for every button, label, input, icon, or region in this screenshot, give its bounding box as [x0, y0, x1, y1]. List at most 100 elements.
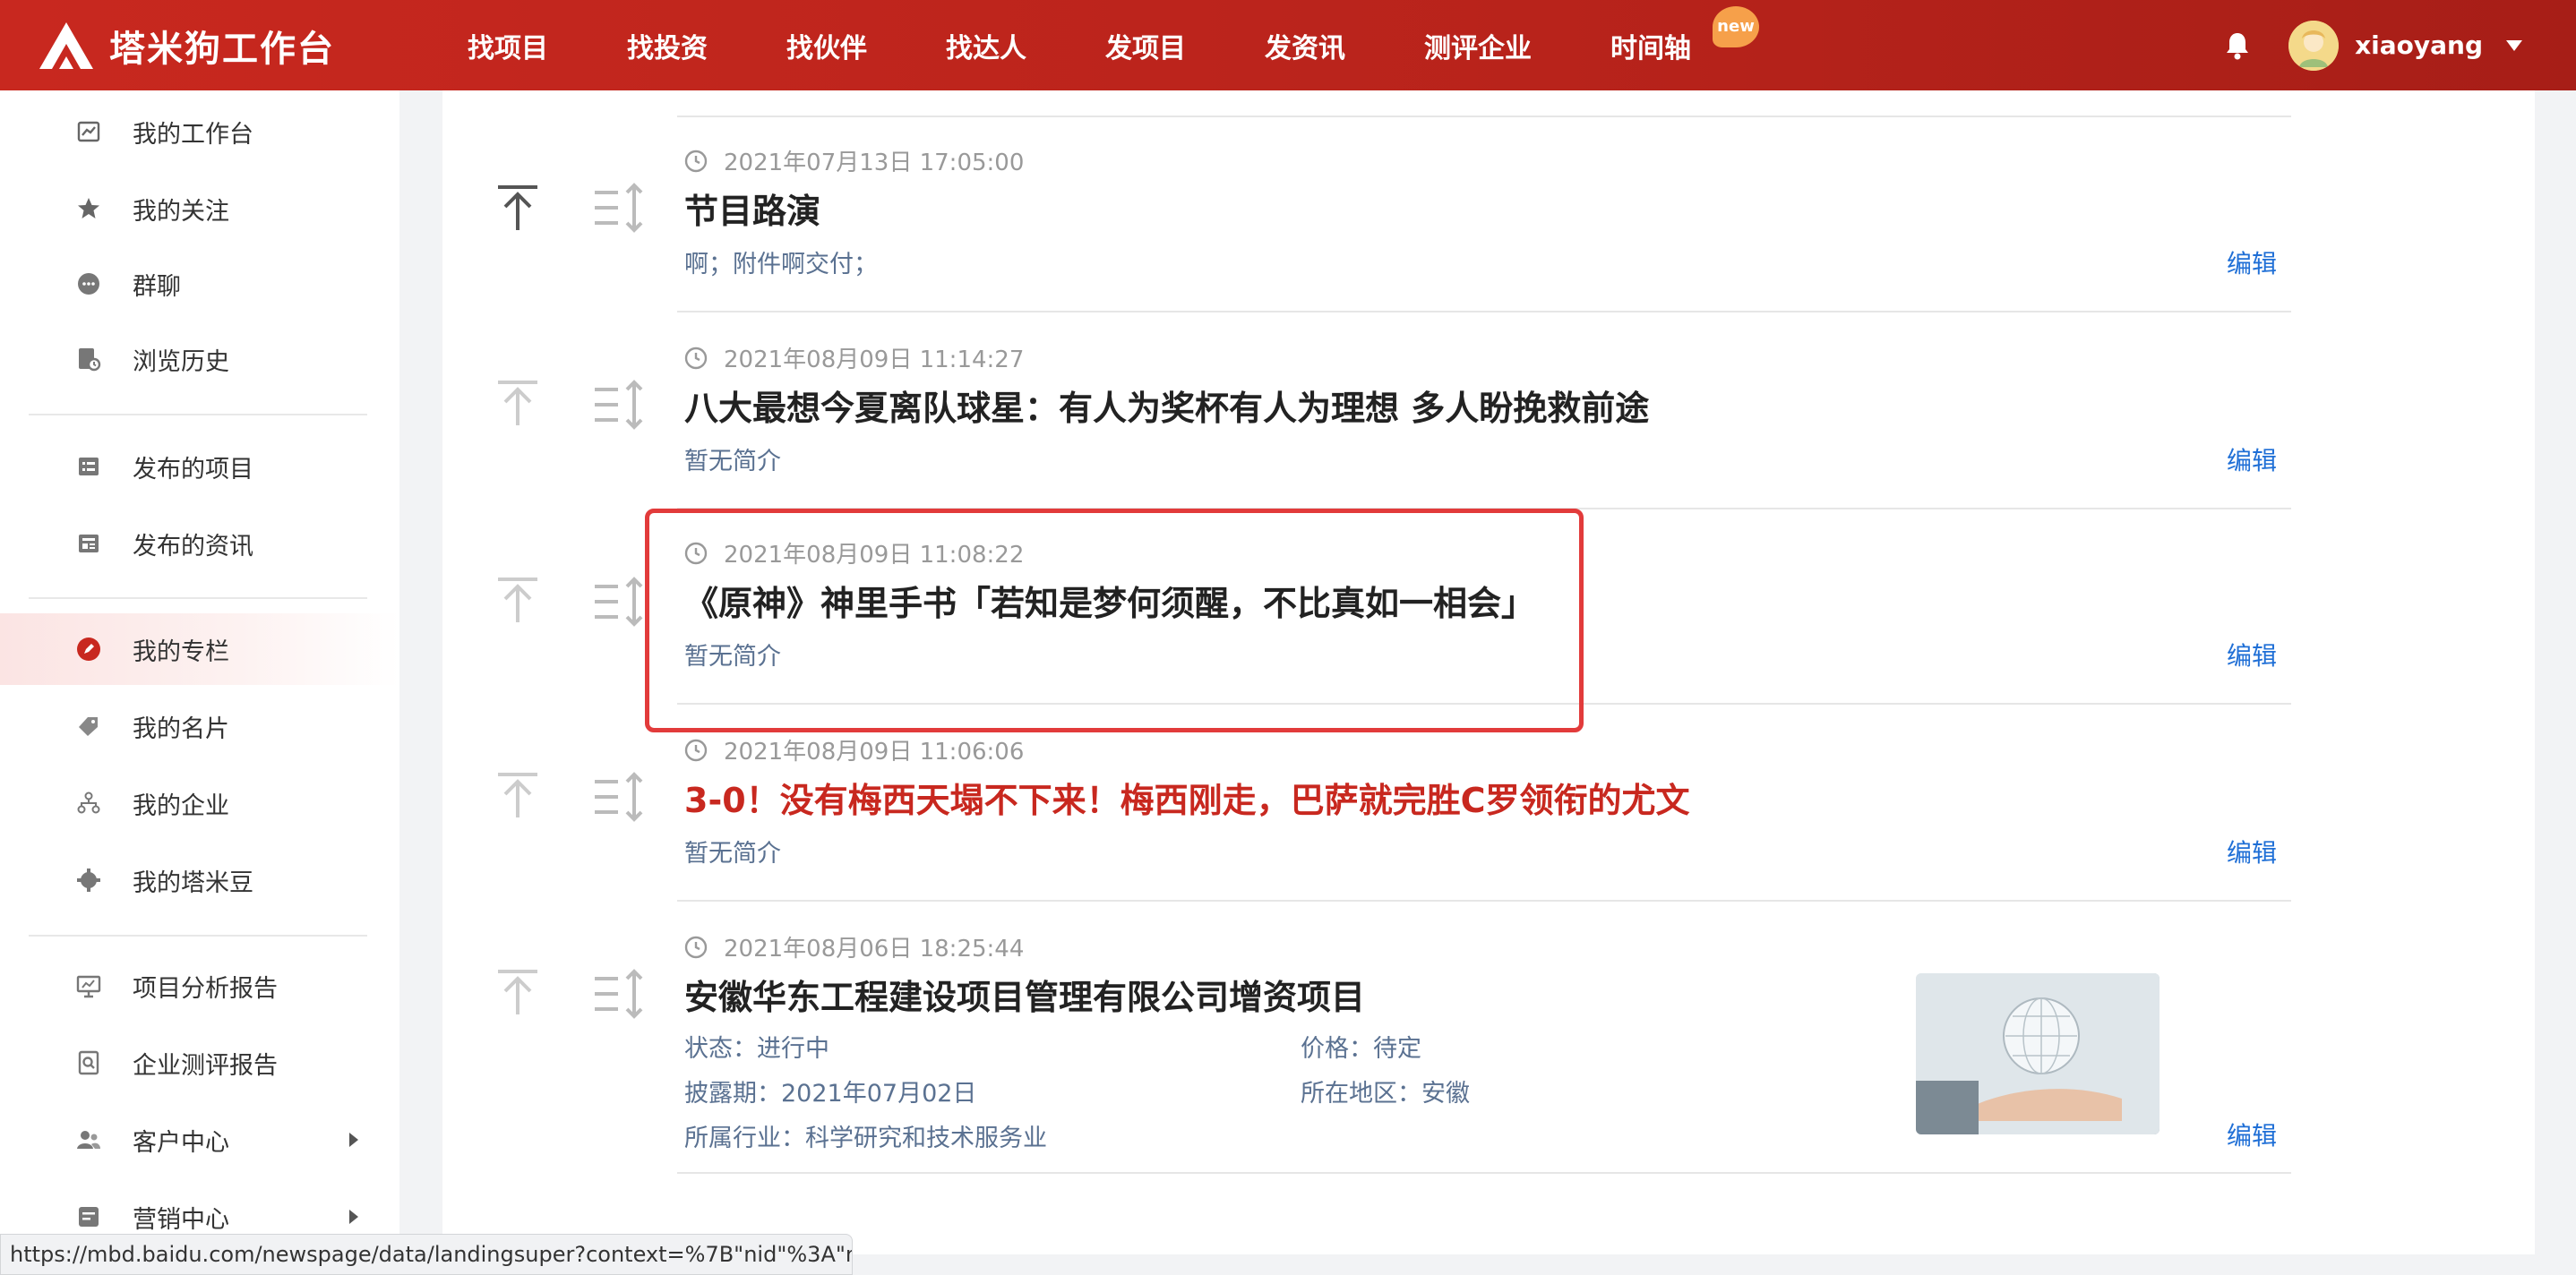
publish-time: 2021年08月09日 11:06:06	[684, 733, 1024, 766]
nav-find-projects[interactable]: 找项目	[468, 26, 548, 65]
sidebar-item-tami-beans[interactable]: 我的塔米豆	[0, 844, 399, 916]
drag-sort-icon[interactable]	[595, 968, 650, 1020]
sidebar-item-label: 客户中心	[133, 1128, 229, 1157]
clock-icon	[684, 150, 708, 172]
sidebar-item-my-column[interactable]: 我的专栏	[0, 613, 399, 685]
sidebar-item-published-projects[interactable]: 发布的项目	[0, 431, 399, 502]
sidebar-item-business-card[interactable]: 我的名片	[0, 690, 399, 762]
sidebar-item-label: 发布的项目	[133, 455, 253, 483]
nav-post-project[interactable]: 发项目	[1105, 26, 1186, 65]
article-title[interactable]: 八大最想今夏离队球星：有人为奖杯有人为理想 多人盼挽救前途	[684, 381, 1649, 430]
sidebar-item-label: 发布的资讯	[133, 532, 253, 560]
sidebar-item-label: 群聊	[133, 272, 181, 301]
username[interactable]: xiaoyang	[2355, 30, 2483, 60]
nav-post-news[interactable]: 发资讯	[1265, 26, 1345, 65]
edit-button[interactable]: 编辑	[2227, 1117, 2277, 1152]
publish-time: 2021年08月09日 11:14:27	[684, 341, 1024, 374]
sidebar-item-label: 我的企业	[133, 792, 229, 820]
pin-top-icon[interactable]	[498, 185, 537, 232]
browser-status-bar: https://mbd.baidu.com/newspage/data/land…	[0, 1234, 853, 1275]
clock-icon	[684, 936, 708, 958]
article-title[interactable]: 安徽华东工程建设项目管理有限公司增资项目	[684, 970, 1365, 1019]
edit-button[interactable]: 编辑	[2227, 244, 2277, 280]
edit-button[interactable]: 编辑	[2227, 834, 2277, 869]
nav-timeline-label: 时间轴	[1610, 32, 1691, 64]
pin-top-icon[interactable]	[498, 773, 537, 819]
marketing-icon	[79, 1207, 99, 1227]
pin-top-icon[interactable]	[498, 578, 537, 624]
avatar-image	[2288, 20, 2340, 71]
sidebar-divider	[29, 414, 367, 415]
news-icon	[79, 535, 99, 552]
sidebar-item-my-company[interactable]: 我的企业	[0, 767, 399, 839]
drag-sort-icon[interactable]	[595, 576, 650, 628]
sidebar-divider	[29, 597, 367, 599]
app-title: 塔米狗工作台	[109, 28, 335, 70]
pin-top-icon[interactable]	[498, 970, 537, 1016]
article-summary: 啊；附件啊交付；	[684, 251, 878, 278]
history-icon	[79, 348, 101, 372]
nav-find-investment[interactable]: 找投资	[627, 26, 708, 65]
project-region: 所在地区：安徽	[1301, 1080, 1470, 1108]
nav-find-experts[interactable]: 找达人	[946, 26, 1026, 65]
highlight-annotation	[645, 509, 1584, 732]
article-summary: 暂无简介	[684, 840, 781, 868]
sidebar-item-customer-center[interactable]: 客户中心	[0, 1104, 399, 1176]
publish-time: 2021年08月06日 18:25:44	[684, 930, 1024, 963]
sidebar-item-published-news[interactable]: 发布的资讯	[0, 508, 399, 579]
nav-find-partners[interactable]: 找伙伴	[786, 26, 867, 65]
bell-icon[interactable]	[2222, 30, 2253, 61]
sidebar-item-project-report[interactable]: 项目分析报告	[0, 950, 399, 1022]
drag-sort-icon[interactable]	[595, 182, 650, 234]
pin-top-icon[interactable]	[498, 381, 537, 427]
publish-time-text: 2021年08月09日 11:06:06	[724, 739, 1025, 766]
sidebar-item-group-chat[interactable]: 群聊	[0, 248, 399, 320]
main-nav: 找项目 找投资 找伙伴 找达人 发项目 发资讯 测评企业 时间轴 new	[468, 5, 1759, 65]
org-icon	[77, 792, 100, 814]
nav-evaluate-company[interactable]: 测评企业	[1424, 26, 1532, 65]
chat-icon	[78, 273, 99, 295]
edit-button[interactable]: 编辑	[2227, 637, 2277, 672]
user-menu-caret-icon[interactable]	[2506, 39, 2522, 51]
sidebar-item-label: 企业测评报告	[133, 1051, 278, 1080]
project-price: 价格：待定	[1301, 1035, 1421, 1063]
sidebar-item-label: 浏览历史	[133, 347, 229, 376]
edit-button[interactable]: 编辑	[2227, 441, 2277, 477]
publish-time: 2021年07月13日 17:05:00	[684, 144, 1024, 177]
publish-time-text: 2021年08月06日 18:25:44	[724, 936, 1025, 963]
project-industry: 所属行业：科学研究和技术服务业	[684, 1125, 1047, 1152]
expand-arrow-icon[interactable]	[349, 1133, 358, 1147]
globe-hand-image	[1916, 973, 2160, 1134]
article-title[interactable]: 节目路演	[684, 184, 820, 233]
sidebar-divider	[29, 935, 367, 937]
drag-sort-icon[interactable]	[595, 771, 650, 823]
sidebar-item-label: 我的关注	[133, 197, 229, 226]
publish-time-text: 2021年08月09日 11:14:27	[724, 347, 1025, 373]
sidebar-item-company-report[interactable]: 企业测评报告	[0, 1027, 399, 1099]
avatar[interactable]	[2288, 20, 2340, 71]
users-icon	[77, 1131, 100, 1149]
expand-arrow-icon[interactable]	[349, 1210, 358, 1224]
nav-timeline[interactable]: 时间轴 new	[1610, 5, 1759, 65]
list-icon	[79, 458, 99, 475]
sidebar-item-label: 我的名片	[133, 715, 229, 743]
gear-icon	[77, 869, 100, 892]
app-logo[interactable]: 塔米狗工作台	[36, 19, 412, 73]
sidebar: 我的工作台 我的关注 群聊 浏览历史 发布的项目 发布的资讯 我的专栏 我的名片…	[0, 90, 399, 1275]
tag-icon	[79, 717, 98, 736]
sidebar-item-follows[interactable]: 我的关注	[0, 173, 399, 244]
user-area: xiaoyang	[2222, 0, 2522, 90]
project-thumbnail[interactable]	[1916, 973, 2160, 1134]
sidebar-item-label: 我的塔米豆	[133, 869, 253, 897]
chart-icon	[77, 121, 100, 142]
drag-sort-icon[interactable]	[595, 379, 650, 431]
search-doc-icon	[78, 1050, 99, 1075]
clock-icon	[684, 347, 708, 369]
list-item: 2021年07月13日 17:05:00 节目路演 啊；附件啊交付； 编辑	[442, 116, 2535, 312]
article-title[interactable]: 3-0！没有梅西天塌不下来！梅西刚走，巴萨就完胜C罗领衔的尤文	[684, 773, 1690, 822]
sidebar-item-workbench[interactable]: 我的工作台	[0, 96, 399, 167]
sidebar-item-label: 项目分析报告	[133, 974, 278, 1003]
sidebar-item-history[interactable]: 浏览历史	[0, 323, 399, 395]
list-item: 2021年08月09日 11:06:06 3-0！没有梅西天塌不下来！梅西刚走，…	[442, 705, 2535, 902]
project-disclosure: 披露期：2021年07月02日	[684, 1080, 977, 1108]
